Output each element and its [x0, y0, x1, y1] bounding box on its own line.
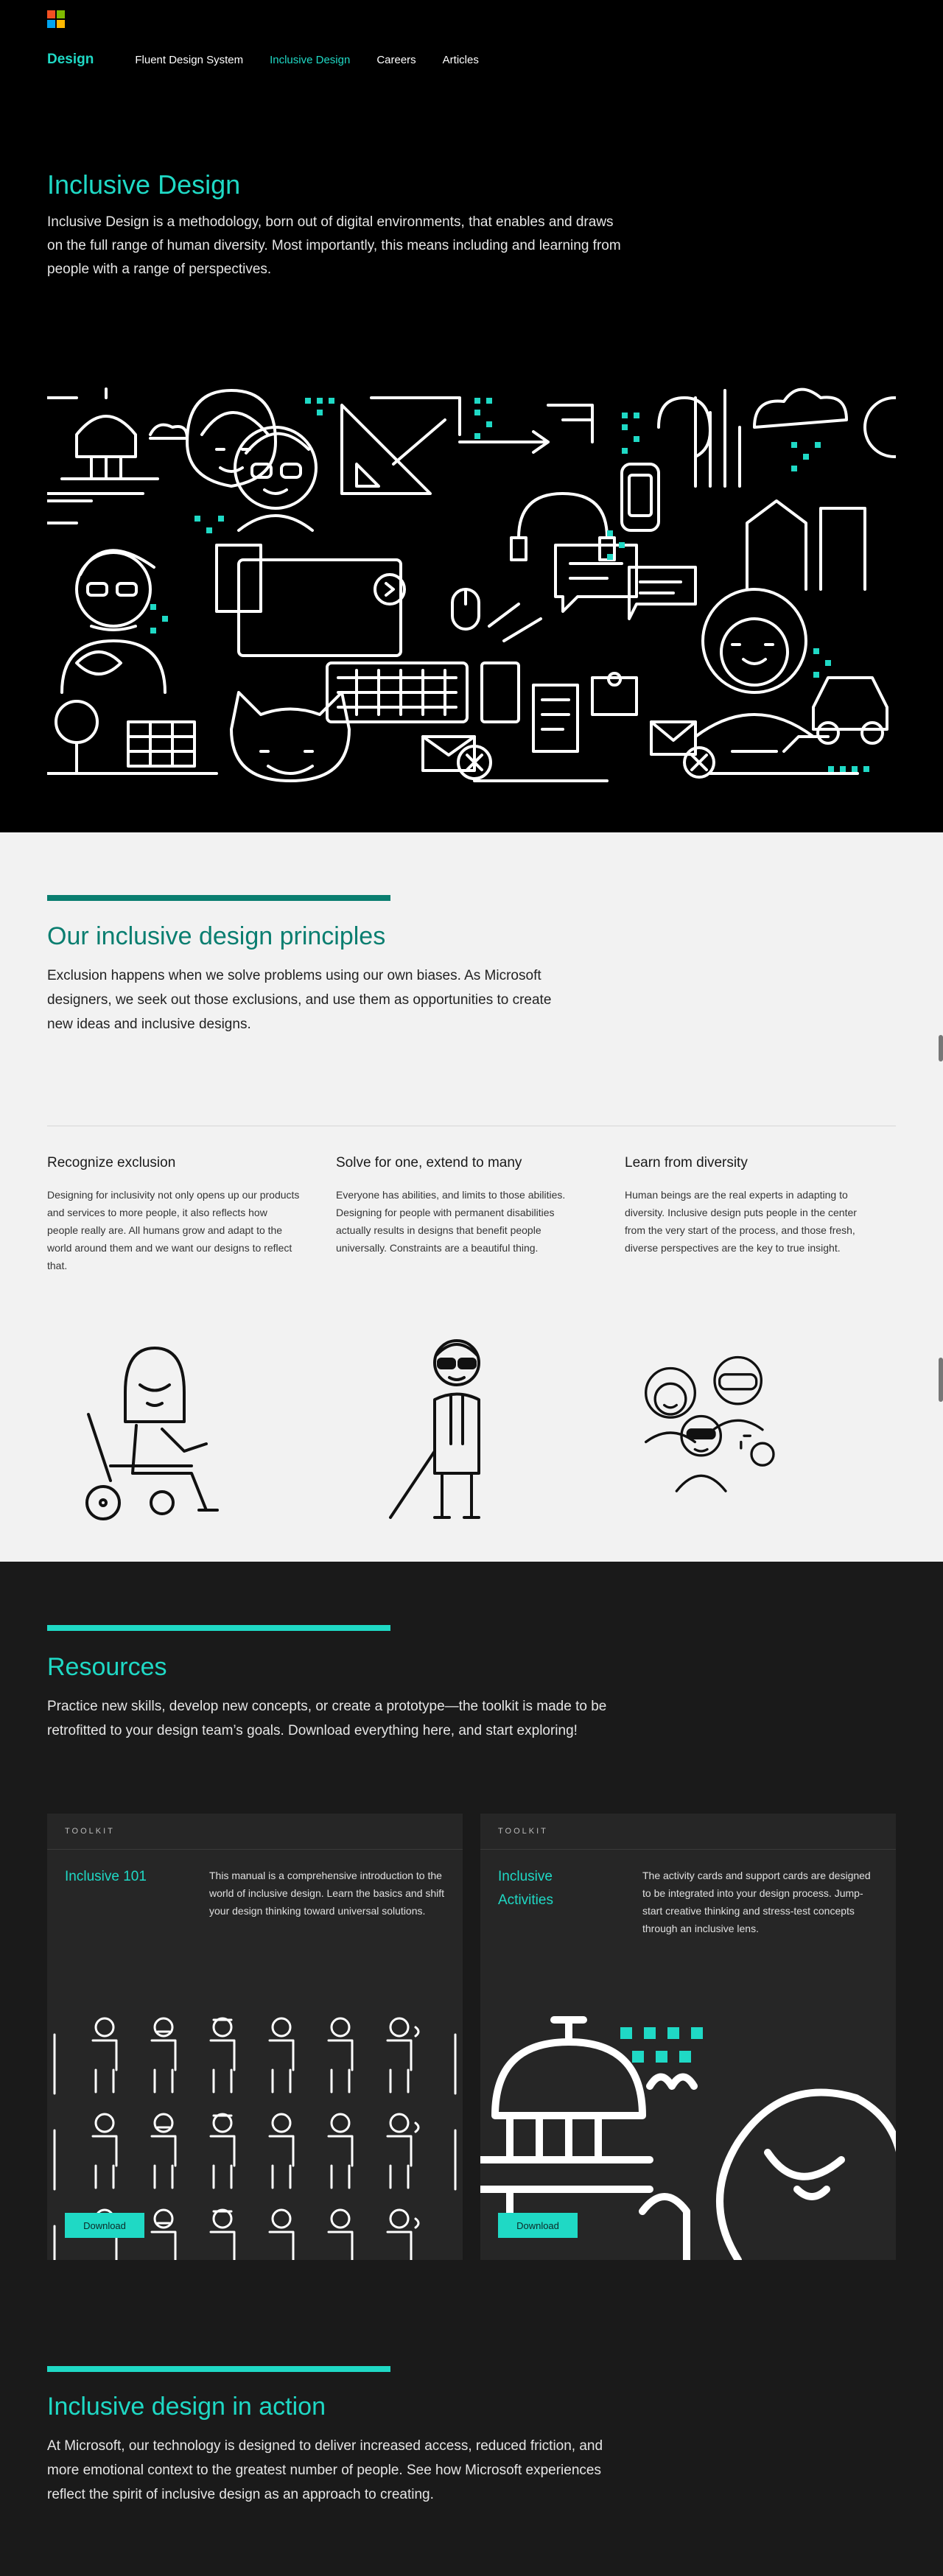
section-accent-bar	[47, 2366, 390, 2372]
download-button[interactable]: Download	[498, 2213, 578, 2238]
hero-title: Inclusive Design	[47, 169, 241, 200]
logo-square-red	[47, 10, 55, 18]
resources-intro: Practice new skills, develop new concept…	[47, 1699, 607, 1738]
principle-body: Human beings are the real experts in ada…	[625, 1189, 857, 1254]
page: Design Fluent Design System Inclusive De…	[0, 0, 943, 2576]
main-nav: Design Fluent Design System Inclusive De…	[47, 52, 505, 68]
principles-section: Our inclusive design principles Exclusio…	[0, 832, 943, 1562]
principles-intro: Exclusion happens when we solve problems…	[47, 968, 552, 1032]
scrollbar-marker[interactable]	[939, 1358, 943, 1402]
principle-title: Learn from diversity	[625, 1155, 748, 1171]
card-kicker: TOOLKIT	[498, 1827, 548, 1836]
logo-square-blue	[47, 20, 55, 28]
nav-item-careers[interactable]: Careers	[376, 54, 416, 66]
principle-card-solve-for-one: Solve for one, extend to many Everyone h…	[336, 1155, 589, 1257]
download-button[interactable]: Download	[65, 2213, 144, 2238]
card-divider	[480, 1849, 896, 1850]
site-header: Design Fluent Design System Inclusive De…	[0, 0, 943, 88]
in-action-title: Inclusive design in action	[47, 2393, 326, 2421]
scrollbar-marker[interactable]	[939, 1035, 943, 1061]
nav-item-articles[interactable]: Articles	[443, 54, 479, 66]
section-accent-bar	[47, 1625, 390, 1631]
hero-body: Inclusive Design is a methodology, born …	[47, 214, 621, 277]
nav-item-inclusive-design[interactable]: Inclusive Design	[270, 54, 350, 66]
card-title: Inclusive Activities	[498, 1869, 553, 1908]
card-divider	[47, 1849, 463, 1850]
nav-brand-design[interactable]: Design	[47, 52, 94, 68]
hero-section: Inclusive Design Inclusive Design is a m…	[0, 88, 943, 832]
card-description: This manual is a comprehensive introduct…	[209, 1870, 445, 1917]
diverse-people-illustration	[645, 1355, 775, 1492]
principles-title: Our inclusive design principles	[47, 922, 386, 950]
principle-title: Solve for one, extend to many	[336, 1155, 522, 1171]
principle-body: Designing for inclusivity not only opens…	[47, 1189, 300, 1271]
principle-card-recognize-exclusion: Recognize exclusion Designing for inclus…	[47, 1155, 301, 1274]
principle-card-learn-from-diversity: Learn from diversity Human beings are th…	[625, 1155, 878, 1257]
nav-item-fluent-design-system[interactable]: Fluent Design System	[135, 54, 243, 66]
logo-square-green	[57, 10, 65, 18]
card-title: Inclusive 101	[65, 1869, 147, 1884]
hero-illustration	[47, 387, 896, 782]
wheelchair-user-illustration	[85, 1347, 219, 1520]
card-kicker: TOOLKIT	[65, 1827, 115, 1836]
card-description: The activity cards and support cards are…	[642, 1870, 871, 1934]
principle-body: Everyone has abilities, and limits to th…	[336, 1189, 566, 1254]
toolkit-card-inclusive-101[interactable]: TOOLKIT Inclusive 101 This manual is a c…	[47, 1814, 463, 2260]
logo-square-yellow	[57, 20, 65, 28]
principle-title: Recognize exclusion	[47, 1155, 176, 1171]
resources-title: Resources	[47, 1653, 167, 1681]
blind-person-illustration	[389, 1339, 480, 1519]
microsoft-logo[interactable]	[47, 10, 65, 28]
toolkit-card-inclusive-activities[interactable]: TOOLKIT Inclusive Activities The activit…	[480, 1814, 896, 2260]
section-accent-bar	[47, 895, 390, 901]
resources-section: Resources Practice new skills, develop n…	[0, 1562, 943, 2576]
in-action-body: At Microsoft, our technology is designed…	[47, 2438, 603, 2502]
